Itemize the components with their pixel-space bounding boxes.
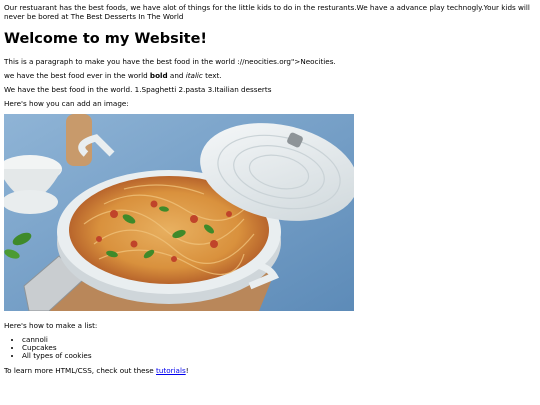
pasta-pan-illustration	[4, 114, 354, 311]
paragraph-neocities: This is a paragraph to make you have the…	[4, 57, 336, 66]
bold-text: bold	[149, 71, 168, 80]
page-content: Our restuarant has the best foods, we ha…	[4, 3, 534, 381]
footer-after: !	[185, 366, 189, 375]
list-item: cannoli	[22, 336, 534, 344]
formatting-before: we have the best food ever in the world	[4, 71, 150, 80]
tutorials-link[interactable]: tutorials	[156, 366, 186, 375]
footer-text: To learn more HTML/CSS, check out these …	[4, 366, 534, 375]
list-intro: Here's how to make a list:	[4, 321, 98, 330]
page-title: Welcome to my Website!	[4, 31, 208, 47]
dessert-list: cannoli Cupcakes All types of cookies	[4, 336, 534, 360]
intro-text: Our restuarant has the best foods, we ha…	[4, 3, 530, 21]
image-intro: Here's how you can add an image:	[4, 99, 129, 108]
paragraph-menu: We have the best food in the world. 1.Sp…	[4, 85, 272, 94]
formatting-middle: and	[167, 71, 186, 80]
italic-text: italic	[185, 71, 203, 80]
pasta-pan-photo	[4, 114, 354, 311]
list-item: Cupcakes	[22, 344, 534, 352]
list-item: All types of cookies	[22, 352, 534, 360]
paragraph-formatting: we have the best food ever in the world …	[4, 71, 534, 80]
footer-before: To learn more HTML/CSS, check out these	[4, 366, 157, 375]
formatting-after: text.	[202, 71, 222, 80]
